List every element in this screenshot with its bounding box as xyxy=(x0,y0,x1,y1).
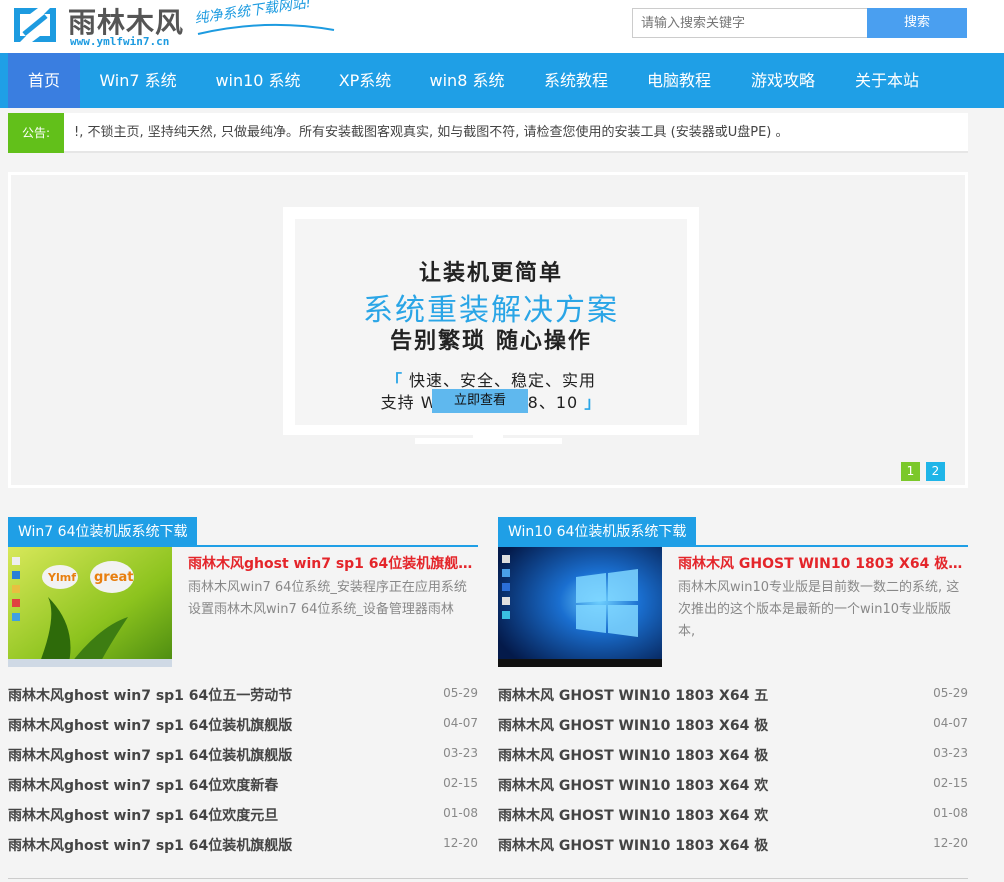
post-date: 04-07 xyxy=(443,716,478,730)
list-item[interactable]: 雨林木风 GHOST WIN10 1803 X64 欢 02-15 xyxy=(498,769,968,799)
post-date: 02-15 xyxy=(933,776,968,790)
post-date: 12-20 xyxy=(933,836,968,850)
featured-desc: 雨林木风win10专业版是目前数一数二的系统, 这次推出的这个版本是最新的一个w… xyxy=(678,580,960,639)
post-date: 05-29 xyxy=(443,686,478,700)
swoosh-decoration xyxy=(197,23,335,35)
nav-item-system-tutorial[interactable]: 系统教程 xyxy=(530,53,622,108)
post-title[interactable]: 雨林木风 GHOST WIN10 1803 X64 五 xyxy=(498,685,768,705)
nav-item-about[interactable]: 关于本站 xyxy=(842,53,932,108)
logo-url: www.ymlfwin7.cn xyxy=(70,35,170,48)
site-header: 雨林木风 www.ymlfwin7.cn 纯净系统下载网站! 搜索 xyxy=(0,0,1004,53)
post-title[interactable]: 雨林木风ghost win7 sp1 64位装机旗舰版 xyxy=(8,835,292,855)
banner-line-4: 「 快速、安全、稳定、实用 xyxy=(283,367,699,391)
post-title[interactable]: 雨林木风 GHOST WIN10 1803 X64 欢 xyxy=(498,805,768,825)
featured-title[interactable]: 雨林木风 GHOST WIN10 1803 X64 极速... xyxy=(678,553,968,573)
list-item[interactable]: 雨林木风 GHOST WIN10 1803 X64 极 03-23 xyxy=(498,739,968,769)
featured-desc: 雨林木风win7 64位系统_安装程序正在应用系统设置雨林木风win7 64位系… xyxy=(188,580,467,617)
bracket-open: 「 xyxy=(385,371,403,390)
post-title[interactable]: 雨林木风 GHOST WIN10 1803 X64 极 xyxy=(498,835,768,855)
list-item[interactable]: 雨林木风ghost win7 sp1 64位装机旗舰版 12-20 xyxy=(8,829,478,859)
section-header: Win10 64位装机版系统下载 xyxy=(498,517,968,547)
banner-line-4-text: 快速、安全、稳定、实用 xyxy=(409,371,597,390)
monitor-stand xyxy=(415,434,562,444)
bracket-close: 」 xyxy=(584,393,602,412)
post-title[interactable]: 雨林木风 GHOST WIN10 1803 X64 极 xyxy=(498,745,768,765)
post-date: 12-20 xyxy=(443,836,478,850)
list-item[interactable]: 雨林木风 GHOST WIN10 1803 X64 极 12-20 xyxy=(498,829,968,859)
post-date: 02-15 xyxy=(443,776,478,790)
nav-item-pc-tutorial[interactable]: 电脑教程 xyxy=(634,53,724,108)
post-date: 04-07 xyxy=(933,716,968,730)
nav-item-home[interactable]: 首页 xyxy=(8,53,80,108)
post-title[interactable]: 雨林木风ghost win7 sp1 64位装机旗舰版 xyxy=(8,745,292,765)
post-title[interactable]: 雨林木风 GHOST WIN10 1803 X64 极 xyxy=(498,715,768,735)
section-header: Win7 64位装机版系统下载 xyxy=(8,517,478,547)
nav-item-win8[interactable]: win8 系统 xyxy=(418,53,516,108)
main-nav: 首页 Win7 系统 win10 系统 XP系统 win8 系统 系统教程 电脑… xyxy=(0,53,1004,108)
notice-tag: 公告: xyxy=(8,113,64,153)
view-now-button[interactable]: 立即查看 xyxy=(432,389,528,413)
win10-thumbnail[interactable] xyxy=(498,547,662,667)
featured-title[interactable]: 雨林木风ghost win7 sp1 64位装机旗舰版... xyxy=(188,553,478,573)
list-item[interactable]: 雨林木风 GHOST WIN10 1803 X64 欢 01-08 xyxy=(498,799,968,829)
list-item[interactable]: 雨林木风 GHOST WIN10 1803 X64 五 05-29 xyxy=(498,679,968,709)
post-date: 03-23 xyxy=(443,746,478,760)
notice-bar: 公告: !, 不锁主页, 坚持纯天然, 只做最纯净。所有安装截图客观真实, 如与… xyxy=(8,113,968,153)
svg-text:Ylmf: Ylmf xyxy=(47,571,76,584)
nav-item-win10[interactable]: win10 系统 xyxy=(204,53,312,108)
search-input[interactable] xyxy=(632,8,868,38)
svg-text:great: great xyxy=(94,570,134,585)
post-title[interactable]: 雨林木风ghost win7 sp1 64位五一劳动节 xyxy=(8,685,292,705)
banner-slider[interactable]: 让装机更简单 系统重装解决方案 告别繁琐 随心操作 「 快速、安全、稳定、实用 … xyxy=(8,172,968,488)
banner-line-3: 告别繁琐 随心操作 xyxy=(390,329,592,354)
win10-section: Win10 64位装机版系统下载 雨林木风 GHOST WIN10 1803 X… xyxy=(498,517,968,854)
post-title[interactable]: 雨林木风ghost win7 sp1 64位欢度元旦 xyxy=(8,805,278,825)
slide-dot-1[interactable]: 1 xyxy=(901,462,920,481)
nav-item-win7[interactable]: Win7 系统 xyxy=(86,53,190,108)
list-item[interactable]: 雨林木风ghost win7 sp1 64位装机旗舰版 03-23 xyxy=(8,739,478,769)
post-date: 01-08 xyxy=(443,806,478,820)
search-button[interactable]: 搜索 xyxy=(867,8,967,38)
list-item[interactable]: 雨林木风ghost win7 sp1 64位装机旗舰版 04-07 xyxy=(8,709,478,739)
post-list: 雨林木风ghost win7 sp1 64位五一劳动节 05-29 雨林木风gho… xyxy=(8,679,478,859)
post-title[interactable]: 雨林木风 GHOST WIN10 1803 X64 欢 xyxy=(498,775,768,795)
section-title[interactable]: Win7 64位装机版系统下载 xyxy=(8,517,198,547)
post-title[interactable]: 雨林木风ghost win7 sp1 64位欢度新春 xyxy=(8,775,278,795)
notice-text: !, 不锁主页, 坚持纯天然, 只做最纯净。所有安装截图客观真实, 如与截图不符… xyxy=(74,125,789,140)
divider xyxy=(8,878,968,879)
banner-line-1: 让装机更简单 xyxy=(418,261,563,286)
nav-item-game-guide[interactable]: 游戏攻略 xyxy=(738,53,828,108)
list-item[interactable]: 雨林木风ghost win7 sp1 64位欢度元旦 01-08 xyxy=(8,799,478,829)
list-item[interactable]: 雨林木风 GHOST WIN10 1803 X64 极 04-07 xyxy=(498,709,968,739)
nav-item-xp[interactable]: XP系统 xyxy=(326,53,404,108)
post-title[interactable]: 雨林木风ghost win7 sp1 64位装机旗舰版 xyxy=(8,715,292,735)
slide-dot-2[interactable]: 2 xyxy=(926,462,945,481)
win7-thumbnail[interactable]: Ylmf great xyxy=(8,547,172,667)
post-list: 雨林木风 GHOST WIN10 1803 X64 五 05-29 雨林木风 GH… xyxy=(498,679,968,859)
post-date: 01-08 xyxy=(933,806,968,820)
logo-icon[interactable] xyxy=(10,4,60,46)
post-date: 05-29 xyxy=(933,686,968,700)
list-item[interactable]: 雨林木风ghost win7 sp1 64位欢度新春 02-15 xyxy=(8,769,478,799)
list-item[interactable]: 雨林木风ghost win7 sp1 64位五一劳动节 05-29 xyxy=(8,679,478,709)
win7-section: Win7 64位装机版系统下载 Ylmf great 雨林木风ghost win… xyxy=(8,517,478,854)
post-date: 03-23 xyxy=(933,746,968,760)
section-title[interactable]: Win10 64位装机版系统下载 xyxy=(498,517,697,547)
